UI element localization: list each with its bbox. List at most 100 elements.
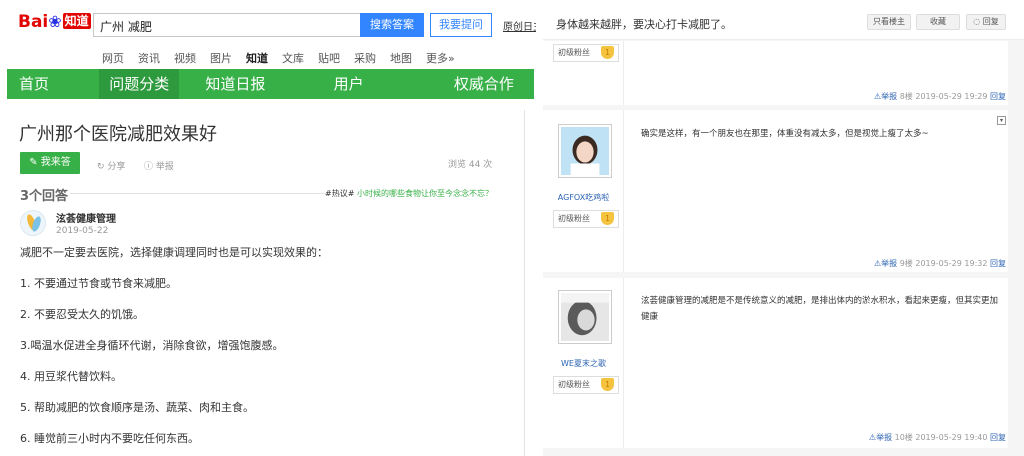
medal-icon: 1 [601,378,614,391]
floor-meta: ⚠举报 8楼 2019-05-29 19:29 回复 [874,91,1006,102]
medal-icon: 1 [601,46,614,59]
search-button[interactable]: 搜索答案 [360,13,424,37]
avatar-photo [561,127,609,175]
floor-content: 泫荟健康管理的减肥是不是传统意义的减肥，是排出体内的淤水积水，看起来更瘦，但其实… [641,296,999,322]
answer-button[interactable]: ✎ 我来答 [20,152,80,174]
product-nav-item[interactable]: 资讯 [138,50,160,65]
floor-time: 2019-05-29 19:40 [915,433,988,442]
divider [70,193,328,194]
hot-prefix: #热议# [325,189,355,198]
author-name[interactable]: 泫荟健康管理 [56,210,116,225]
thread-floor: AGFOX吃鸡啦 初级粉丝 1 确实是这样，有一个朋友也在那里，体重没有减太多，但… [543,110,1008,272]
avatar-photo [561,293,609,341]
report-link[interactable]: ⚠举报 [869,433,892,442]
paw-icon: ❀ [48,12,62,31]
rank-label: 初级粉丝 [558,380,590,389]
floor-number: 10楼 [894,433,913,442]
product-nav-item[interactable]: 采购 [354,50,376,65]
rank-badge[interactable]: 初级粉丝 1 [553,44,619,62]
product-nav-item[interactable]: 贴吧 [318,50,340,65]
search-input[interactable]: 广州 减肥 [93,13,361,37]
chat-icon: ◌ [973,17,983,26]
floor-content: 确实是这样，有一个朋友也在那里，体重没有减太多，但是视觉上瘦了太多~ [641,129,929,139]
nav-partners[interactable]: 权威合作 [414,69,534,99]
user-avatar[interactable] [558,124,612,178]
report-label: 举报 [876,433,893,442]
product-nav-item[interactable]: 文库 [282,50,304,65]
answer-paragraph: 3.喝温水促进全身循环代谢，消除食欲，增强饱腹感。 [20,339,284,352]
floor-reply-link[interactable]: 回复 [990,92,1006,101]
tieba-pane: 身体越来越胖，要决心打卡减肥了。 只看楼主 收藏 ◌ 回复 初级粉丝 1 ⚠举报 … [543,0,1024,456]
user-avatar[interactable] [558,290,612,344]
nav-users[interactable]: 用户 [286,69,414,99]
rank-badge[interactable]: 初级粉丝 1 [553,376,619,394]
product-nav-item[interactable]: 图片 [210,50,232,65]
baidu-zhidao-logo[interactable]: Bai❀ 知道 [18,12,91,36]
question-title: 广州那个医院减肥效果好 [19,124,217,145]
answer-date: 2019-05-22 [56,226,109,236]
reply-label: 回复 [982,17,999,26]
rank-label: 初级粉丝 [558,48,590,57]
thread-title: 身体越来越胖，要决心打卡减肥了。 [556,18,732,31]
logo-product: 知道 [62,13,91,29]
dropdown-icon[interactable]: ▾ [997,116,1006,125]
zhidao-pane: Bai❀知道 广州 减肥 搜索答案 我要提问 原创日主 网页 资讯 视频 图片 … [0,0,536,456]
rank-badge[interactable]: 初级粉丝 1 [553,210,619,228]
answer-count: 3个回答 [20,189,69,204]
report-link[interactable]: ⚠举报 [874,92,897,101]
report-icon: ⓘ [144,162,156,172]
share-label: 分享 [107,162,126,172]
answer-paragraph: 6. 睡觉前三小时内不要吃任何东西。 [20,432,199,445]
floor-number: 8楼 [899,92,913,101]
share-icon: ↻ [97,162,108,172]
username[interactable]: WE夏末之歌 [543,358,624,369]
thread-floor: WE夏末之歌 初级粉丝 1 泫荟健康管理的减肥是不是传统意义的减肥，是排出体内的淤… [543,278,1008,448]
product-nav-more[interactable]: 更多» [426,50,455,65]
divider [524,110,525,456]
main-nav: 首页 问题分类 知道日报 用户 权威合作 [7,69,534,99]
product-nav: 网页 资讯 视频 图片 知道 文库 贴吧 采购 地图 更多» [102,50,455,65]
hot-topic-link[interactable]: 小时候的哪些食物让你至今念念不忘？ [357,189,493,198]
product-nav-item[interactable]: 视频 [174,50,196,65]
floor-meta: ⚠举报 10楼 2019-05-29 19:40 回复 [869,432,1006,443]
report-label: 举报 [155,162,174,172]
collect-button[interactable]: 收藏 [916,14,960,30]
edit-icon: ✎ [29,157,41,168]
medal-icon: 1 [601,212,614,225]
thread-floor: 初级粉丝 1 ⚠举报 8楼 2019-05-29 19:29 回复 [543,41,1008,105]
floor-user-column: 初级粉丝 1 [543,41,624,105]
floor-user-column: AGFOX吃鸡啦 初级粉丝 1 [543,110,624,272]
product-nav-item-active[interactable]: 知道 [246,50,268,65]
floor-meta: ⚠举报 9楼 2019-05-29 19:32 回复 [874,258,1006,269]
floor-time: 2019-05-29 19:32 [915,259,988,268]
top-bar: Bai❀知道 广州 减肥 搜索答案 我要提问 原创日主 [0,0,536,46]
report-link[interactable]: ⓘ 举报 [144,159,174,172]
floor-number: 9楼 [899,259,913,268]
only-op-button[interactable]: 只看楼主 [867,14,911,30]
rank-label: 初级粉丝 [558,214,590,223]
thread-header: 身体越来越胖，要决心打卡减肥了。 只看楼主 收藏 ◌ 回复 [543,0,1024,40]
reply-button[interactable]: ◌ 回复 [966,14,1006,30]
nav-categories[interactable]: 问题分类 [99,69,180,99]
floor-reply-link[interactable]: 回复 [990,433,1006,442]
report-link[interactable]: ⚠举报 [874,259,897,268]
report-label: 举报 [881,259,898,268]
screenshot: Bai❀知道 广州 减肥 搜索答案 我要提问 原创日主 网页 资讯 视频 图片 … [0,0,1024,456]
answer-paragraph: 1. 不要通过节食或节食来减肥。 [20,277,177,290]
floor-reply-link[interactable]: 回复 [990,259,1006,268]
answers-header: 3个回答 #热议# 小时候的哪些食物让你至今念念不忘？ [20,185,520,204]
username[interactable]: AGFOX吃鸡啦 [543,192,624,203]
help-link[interactable]: 原创日主 [503,18,536,33]
answer-paragraph: 2. 不要忍受太久的饥饿。 [20,308,144,321]
nav-daily[interactable]: 知道日报 [179,69,285,99]
ask-question-button[interactable]: 我要提问 [430,13,492,37]
author-avatar[interactable] [20,210,46,236]
hot-topic[interactable]: #热议# 小时候的哪些食物让你至今念念不忘？ [325,188,493,199]
view-count: 浏览 44 次 [448,160,493,170]
product-nav-item[interactable]: 地图 [390,50,412,65]
product-nav-item[interactable]: 网页 [102,50,124,65]
nav-home[interactable]: 首页 [7,69,99,99]
share-link[interactable]: ↻ 分享 [97,159,125,172]
answer-paragraph: 4. 用豆浆代替饮料。 [20,370,122,383]
floor-time: 2019-05-29 19:29 [915,92,988,101]
